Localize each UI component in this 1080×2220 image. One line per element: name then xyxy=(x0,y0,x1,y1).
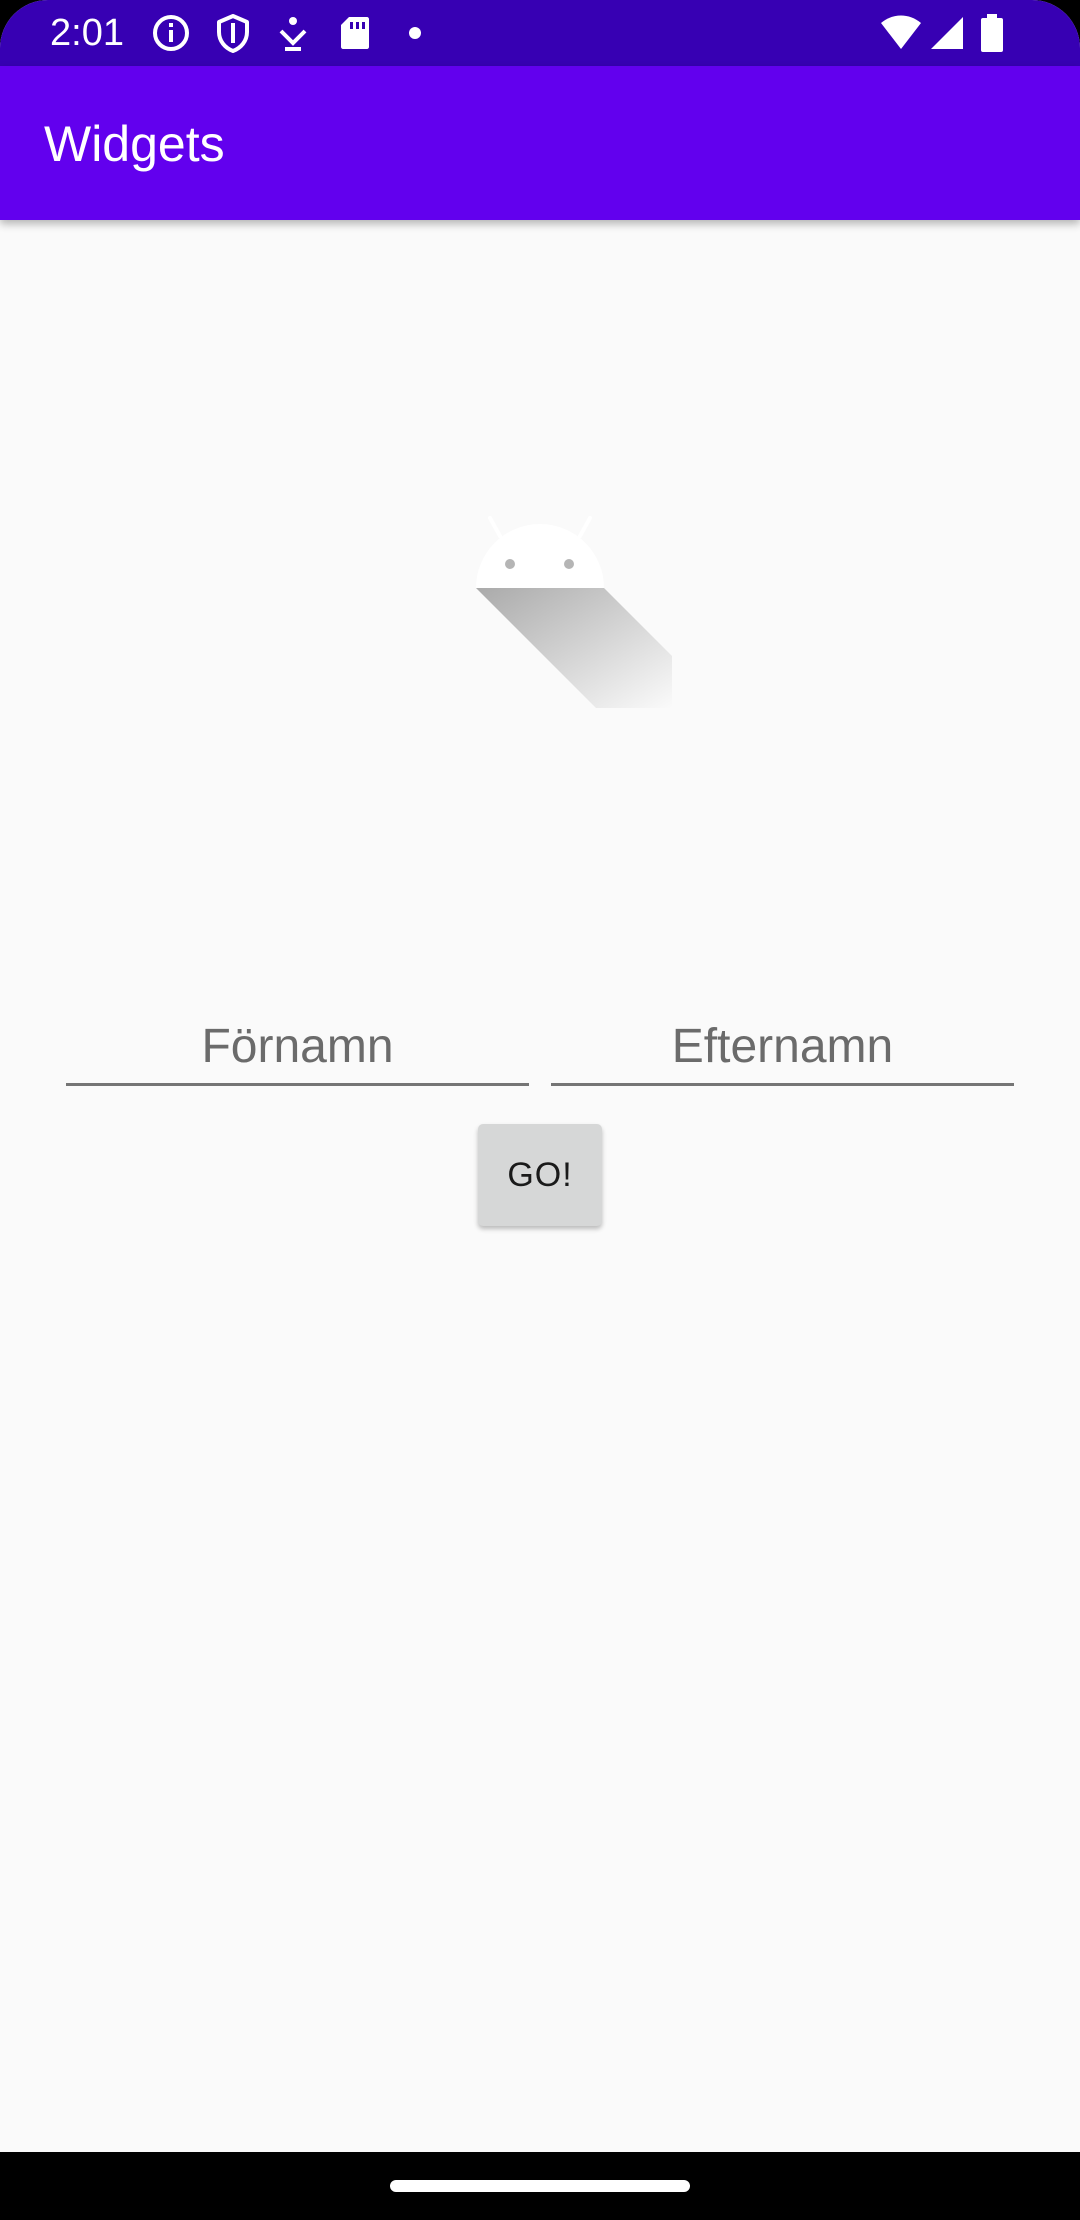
signal-icon xyxy=(931,17,963,49)
first-name-input[interactable] xyxy=(66,1010,529,1082)
last-name-input[interactable] xyxy=(551,1010,1014,1082)
wifi-icon xyxy=(881,15,921,49)
go-button[interactable]: GO! xyxy=(478,1124,602,1226)
home-gesture-handle[interactable] xyxy=(390,2180,690,2192)
sd-card-icon xyxy=(341,17,369,49)
notification-dot-icon xyxy=(409,27,421,39)
first-name-field[interactable] xyxy=(66,1010,529,1086)
app-screen: 2:01 Widgets Förnamn Efternamn GO! xyxy=(0,0,1080,2220)
android-logo-icon xyxy=(476,516,672,708)
info-icon xyxy=(153,15,189,51)
app-title: Widgets xyxy=(44,116,225,172)
shield-icon xyxy=(217,14,249,53)
last-name-field[interactable] xyxy=(551,1010,1014,1086)
go-button-label: GO! xyxy=(507,1155,573,1194)
app-bar: Widgets xyxy=(0,66,1080,220)
battery-icon xyxy=(981,14,1003,52)
download-icon xyxy=(279,17,307,51)
status-bar: 2:01 xyxy=(0,0,1080,66)
status-time: 2:01 xyxy=(50,12,124,54)
